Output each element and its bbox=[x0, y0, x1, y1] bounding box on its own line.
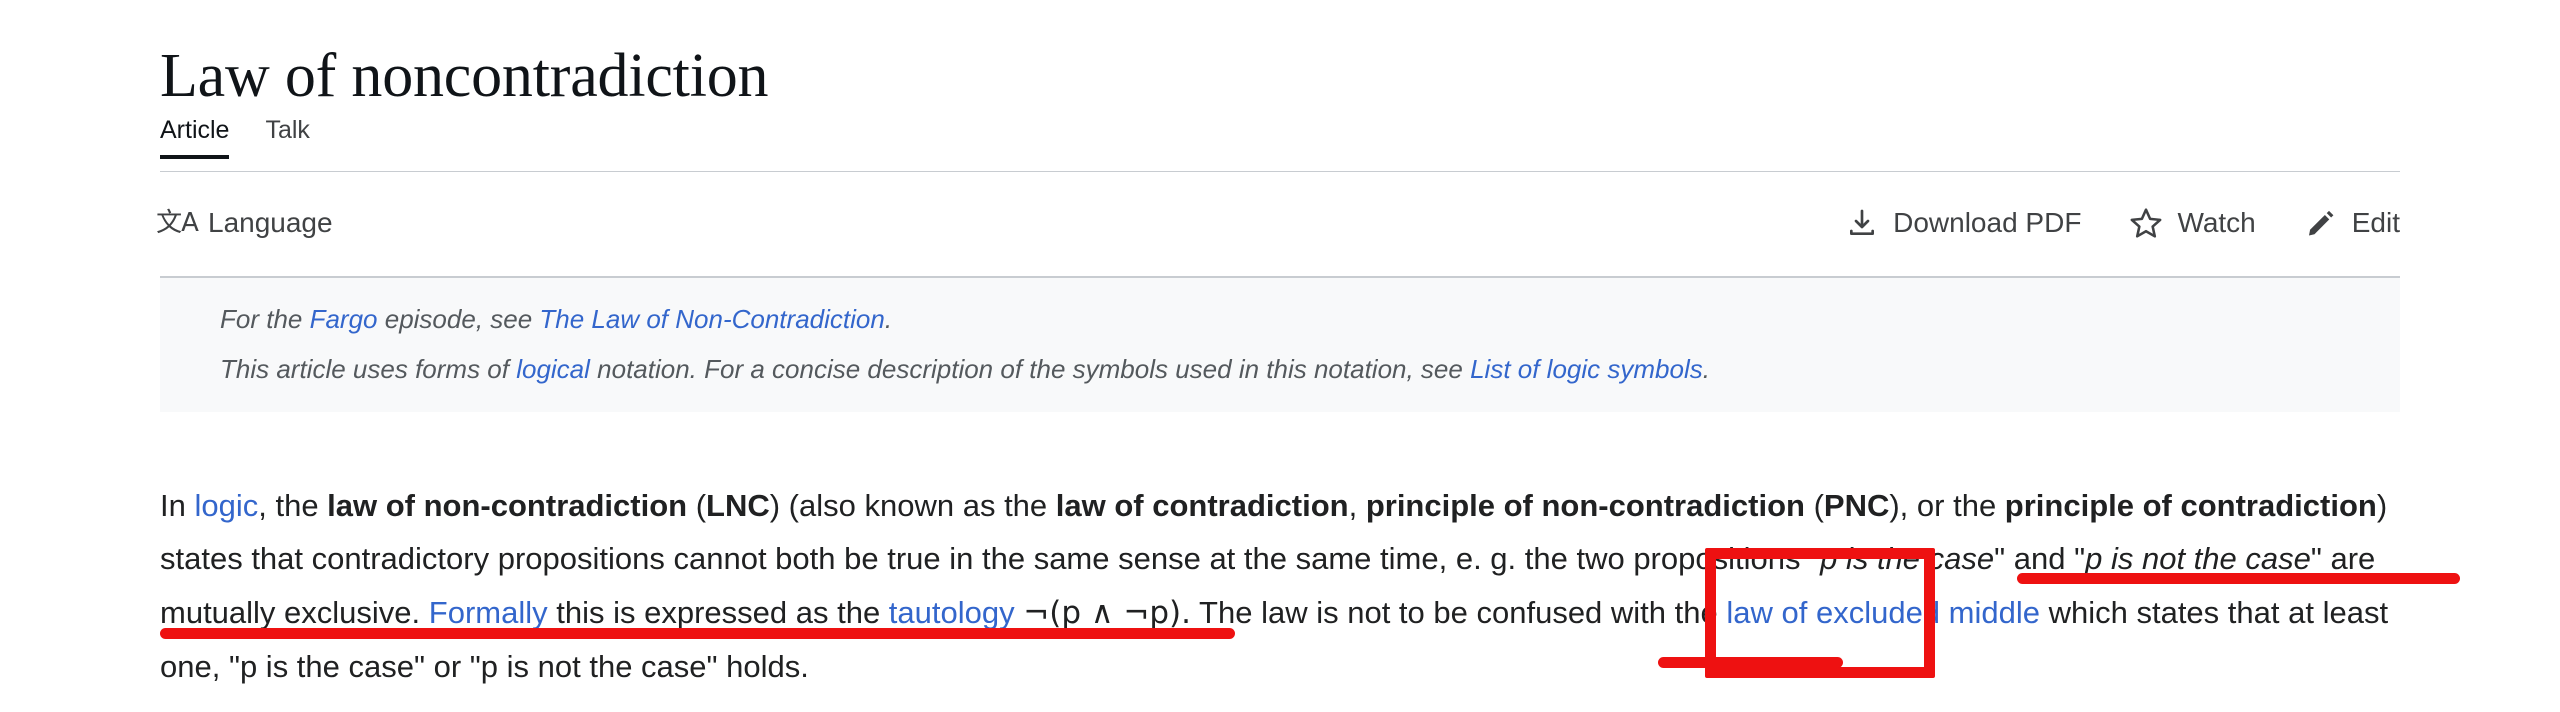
language-icon: 文A bbox=[156, 206, 199, 240]
paragraph-bold-term: principle of contradiction bbox=[2004, 488, 2377, 523]
paragraph-link[interactable]: logic bbox=[194, 488, 258, 523]
edit-button[interactable]: Edit bbox=[2304, 206, 2400, 240]
paragraph-text: ( bbox=[1804, 488, 1824, 523]
star-icon bbox=[2129, 206, 2163, 240]
hatnote-text: . bbox=[1702, 354, 1710, 385]
paragraph-text: The law is not to be confused with the bbox=[1191, 594, 1727, 630]
tab-talk-label: Talk bbox=[265, 116, 310, 144]
article-toolbar: 文A Language Download PDF Watch Edit bbox=[156, 186, 2400, 260]
hatnote-logic-notation: This article uses forms of logical notat… bbox=[160, 344, 2400, 394]
page-title: Law of noncontradiction bbox=[160, 41, 769, 110]
toolbar-right-group: Download PDF Watch Edit bbox=[1845, 186, 2400, 260]
language-button-label: Language bbox=[208, 207, 333, 238]
paragraph-link[interactable]: tautology bbox=[889, 595, 1015, 630]
hatnote-link[interactable]: List of logic symbols bbox=[1470, 354, 1703, 384]
language-button[interactable]: 文A Language bbox=[156, 206, 333, 240]
paragraph-text: this is expressed as the bbox=[547, 594, 889, 630]
paragraph-text: , bbox=[1348, 488, 1366, 523]
hatnote-text: notation. For a concise description of t… bbox=[589, 354, 1471, 385]
hatnote-fargo: For the Fargo episode, see The Law of No… bbox=[160, 294, 2400, 344]
lead-paragraph: In logic, the law of non-contradiction (… bbox=[160, 479, 2408, 693]
hatnote-link[interactable]: Fargo bbox=[310, 304, 378, 334]
paragraph-link[interactable]: law of excluded middle bbox=[1726, 595, 2040, 630]
download-pdf-button[interactable]: Download PDF bbox=[1845, 206, 2081, 240]
paragraph-bold-term: LNC bbox=[706, 488, 770, 523]
hatnote-text: This article uses forms of bbox=[220, 354, 517, 385]
paragraph-link[interactable]: Formally bbox=[429, 595, 548, 630]
paragraph-bold-term: law of non-contradiction bbox=[327, 488, 688, 523]
hatnote-link[interactable]: The Law of Non-Contradiction bbox=[539, 304, 884, 334]
paragraph-italic-term: p is the case bbox=[1820, 541, 1995, 577]
paragraph-text: In bbox=[160, 488, 195, 523]
toolbar-left-group: 文A Language bbox=[156, 186, 333, 260]
paragraph-italic-term: p is not the case bbox=[2085, 541, 2311, 577]
hatnote-link[interactable]: logical bbox=[516, 354, 590, 384]
paragraph-text bbox=[1015, 595, 1024, 630]
hatnote-text: episode, see bbox=[377, 304, 540, 334]
paragraph-bold-term: law of contradiction bbox=[1055, 488, 1349, 523]
hatnote-block: For the Fargo episode, see The Law of No… bbox=[160, 276, 2400, 413]
paragraph-text: ( bbox=[687, 488, 707, 523]
language-icon-glyph: 文A bbox=[156, 208, 199, 238]
paragraph-text: " and " bbox=[1994, 541, 2086, 577]
tab-article-label: Article bbox=[160, 116, 230, 144]
hatnote-text: . bbox=[884, 304, 893, 334]
paragraph-bold-term: principle of non-contradiction bbox=[1365, 488, 1805, 523]
tab-talk[interactable]: Talk bbox=[247, 118, 327, 159]
watch-button[interactable]: Watch bbox=[2129, 206, 2256, 240]
tabs-divider bbox=[160, 171, 2400, 172]
pencil-icon bbox=[2304, 206, 2338, 240]
tab-article[interactable]: Article bbox=[160, 118, 247, 159]
wikipedia-article-page: Law of noncontradiction Article Talk 文A … bbox=[0, 0, 2560, 712]
watch-label: Watch bbox=[2177, 207, 2256, 238]
paragraph-bold-term: PNC bbox=[1823, 488, 1890, 523]
hatnote-text: For the bbox=[220, 304, 310, 334]
paragraph-text: , the bbox=[258, 488, 328, 523]
paragraph-text: ), or the bbox=[1889, 488, 2005, 523]
article-tabs: Article Talk bbox=[160, 118, 328, 159]
download-icon bbox=[1845, 206, 1879, 240]
logic-formula: ¬(p ∧ ¬p). bbox=[1023, 594, 1191, 631]
edit-label: Edit bbox=[2351, 207, 2400, 238]
download-pdf-label: Download PDF bbox=[1893, 207, 2082, 238]
paragraph-text: ) (also known as the bbox=[769, 488, 1056, 523]
